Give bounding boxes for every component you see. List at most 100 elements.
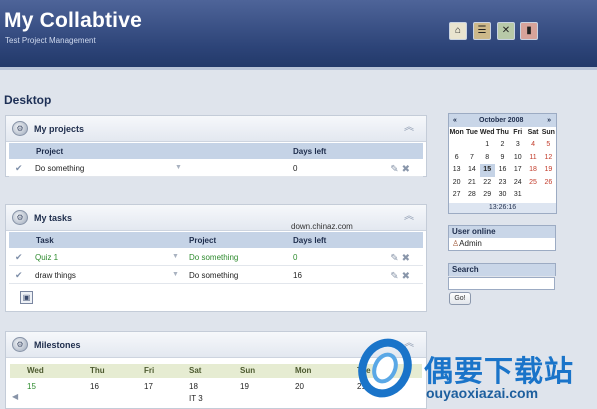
row-actions: ✎✖ — [390, 271, 413, 282]
logout-icon[interactable]: ▮ — [520, 22, 538, 40]
watermark-cn: 偶要下载站 — [424, 356, 575, 388]
task-project[interactable]: Do something — [189, 271, 238, 280]
calendar-month: October 2008 — [479, 117, 524, 124]
collapse-icon[interactable]: ︽ — [404, 123, 414, 133]
calendar-day[interactable]: 21 — [464, 177, 479, 190]
date-cell[interactable]: 19 — [240, 382, 249, 391]
edit-icon[interactable]: ✎ — [390, 164, 401, 175]
day-label: Mon — [295, 366, 312, 375]
calendar-day[interactable]: 9 — [495, 152, 510, 165]
settings-icon[interactable]: ☰ — [473, 22, 491, 40]
day-label: Fri — [144, 366, 155, 375]
calendar-day[interactable]: 13 — [449, 164, 464, 177]
task-project[interactable]: Do something — [189, 253, 238, 262]
calendar-day[interactable]: 17 — [510, 164, 525, 177]
milestones-icon: ⚙ — [12, 337, 28, 352]
day-label: Sat — [189, 366, 202, 375]
calendar-day[interactable]: 24 — [510, 177, 525, 190]
date-cell[interactable]: 17 — [144, 382, 153, 391]
weekday-label: Tue — [465, 129, 478, 136]
weekday-label: Sat — [527, 129, 539, 136]
date-cell[interactable]: 15 — [27, 382, 36, 391]
calendar-day[interactable]: 22 — [480, 177, 495, 190]
box-title: Search — [449, 264, 555, 276]
date-cell[interactable]: 18 — [189, 382, 198, 391]
project-name[interactable]: Do something — [35, 164, 84, 173]
calendar-day[interactable]: 11 — [525, 152, 540, 165]
calendar-time: 13:26:16 — [449, 203, 556, 213]
calendar-day[interactable]: 7 — [464, 152, 479, 165]
table-header: Task Project Days left — [9, 232, 423, 248]
day-label: Sun — [240, 366, 256, 375]
delete-icon[interactable]: ✖ — [402, 271, 413, 282]
table-row[interactable]: ✔ Do something ▼ 0 ✎✖ — [9, 159, 423, 177]
home-icon[interactable]: ⌂ — [449, 22, 467, 40]
calendar-day[interactable]: 4 — [525, 139, 540, 152]
calendar-day[interactable]: 5 — [541, 139, 556, 152]
task-name[interactable]: draw things — [35, 271, 76, 280]
table-row[interactable]: ✔ Quiz 1 ▼ Do something 0 ✎✖ — [9, 248, 423, 266]
calendar-day[interactable]: 10 — [510, 152, 525, 165]
weekday-label: Wed — [479, 129, 495, 136]
panel-header[interactable]: ⚙ My tasks ︽ — [6, 205, 426, 231]
table-row[interactable]: ✔ draw things ▼ Do something 16 ✎✖ — [9, 266, 423, 284]
col-project: Project — [189, 236, 217, 245]
tools-icon[interactable]: ✕ — [497, 22, 515, 40]
days-left: 0 — [293, 164, 298, 173]
calendar-day[interactable]: 28 — [464, 189, 479, 202]
calendar-day[interactable]: 29 — [480, 189, 495, 202]
days-left: 0 — [293, 253, 298, 262]
calendar-day[interactable]: 3 — [510, 139, 525, 152]
calendar-day[interactable]: 25 — [525, 177, 540, 190]
box-title: User online — [449, 226, 555, 238]
calendar-empty — [541, 189, 556, 202]
delete-icon[interactable]: ✖ — [402, 253, 413, 264]
calendar-day[interactable]: 1 — [480, 139, 495, 152]
calendar-day[interactable]: 2 — [495, 139, 510, 152]
check-icon[interactable]: ✔ — [15, 270, 23, 281]
calendar-day[interactable]: 26 — [541, 177, 556, 190]
panel-header[interactable]: ⚙ My projects ︽ — [6, 116, 426, 142]
weekday-label: Sun — [541, 129, 555, 136]
date-cell[interactable]: 16 — [90, 382, 99, 391]
calendar-day[interactable]: 20 — [449, 177, 464, 190]
calendar-day[interactable]: 23 — [495, 177, 510, 190]
prev-month-button[interactable]: « — [453, 117, 457, 124]
watermark-logo — [358, 338, 412, 398]
calendar-day[interactable]: 12 — [541, 152, 556, 165]
check-icon[interactable]: ✔ — [15, 252, 23, 263]
next-month-button[interactable]: » — [547, 117, 551, 124]
edit-icon[interactable]: ✎ — [390, 253, 401, 264]
edit-icon[interactable]: ✎ — [390, 271, 401, 282]
weekday-label: Thu — [496, 129, 509, 136]
calendar-day[interactable]: 19 — [541, 164, 556, 177]
delete-icon[interactable]: ✖ — [402, 164, 413, 175]
calendar-day[interactable]: 18 — [525, 164, 540, 177]
milestone-event[interactable]: IT 3 — [189, 394, 203, 403]
chevron-down-icon[interactable]: ▼ — [175, 164, 182, 171]
calendar-day[interactable]: 15 — [479, 164, 495, 177]
user-entry[interactable]: ♙Admin — [449, 238, 555, 249]
search-input[interactable] — [448, 277, 555, 290]
calendar-day[interactable]: 6 — [449, 152, 464, 165]
user-name[interactable]: Admin — [459, 239, 482, 248]
weekday-label: Fri — [513, 129, 523, 136]
save-icon[interactable]: ▣ — [20, 291, 33, 304]
go-button[interactable]: Go! — [449, 292, 471, 305]
collapse-icon[interactable]: ︽ — [404, 212, 414, 222]
calendar-day[interactable]: 27 — [449, 189, 464, 202]
calendar-day[interactable]: 16 — [495, 164, 510, 177]
calendar-day[interactable]: 30 — [495, 189, 510, 202]
tasks-icon: ⚙ — [12, 210, 28, 225]
calendar-days: 1 2 3 4 5 6 7 8 9 10 11 12 13 14 15 16 17 18 19 20 21 22 23 24 2… — [449, 139, 556, 202]
arrow-left-icon[interactable]: ◀ — [12, 392, 18, 401]
calendar-day[interactable]: 8 — [480, 152, 495, 165]
date-cell[interactable]: 20 — [295, 382, 304, 391]
calendar-day[interactable]: 31 — [510, 189, 525, 202]
check-icon[interactable]: ✔ — [15, 163, 23, 174]
chevron-down-icon[interactable]: ▼ — [172, 271, 179, 278]
calendar-empty — [449, 139, 464, 152]
calendar-day[interactable]: 14 — [464, 164, 479, 177]
chevron-down-icon[interactable]: ▼ — [172, 253, 179, 260]
task-name[interactable]: Quiz 1 — [35, 253, 58, 262]
